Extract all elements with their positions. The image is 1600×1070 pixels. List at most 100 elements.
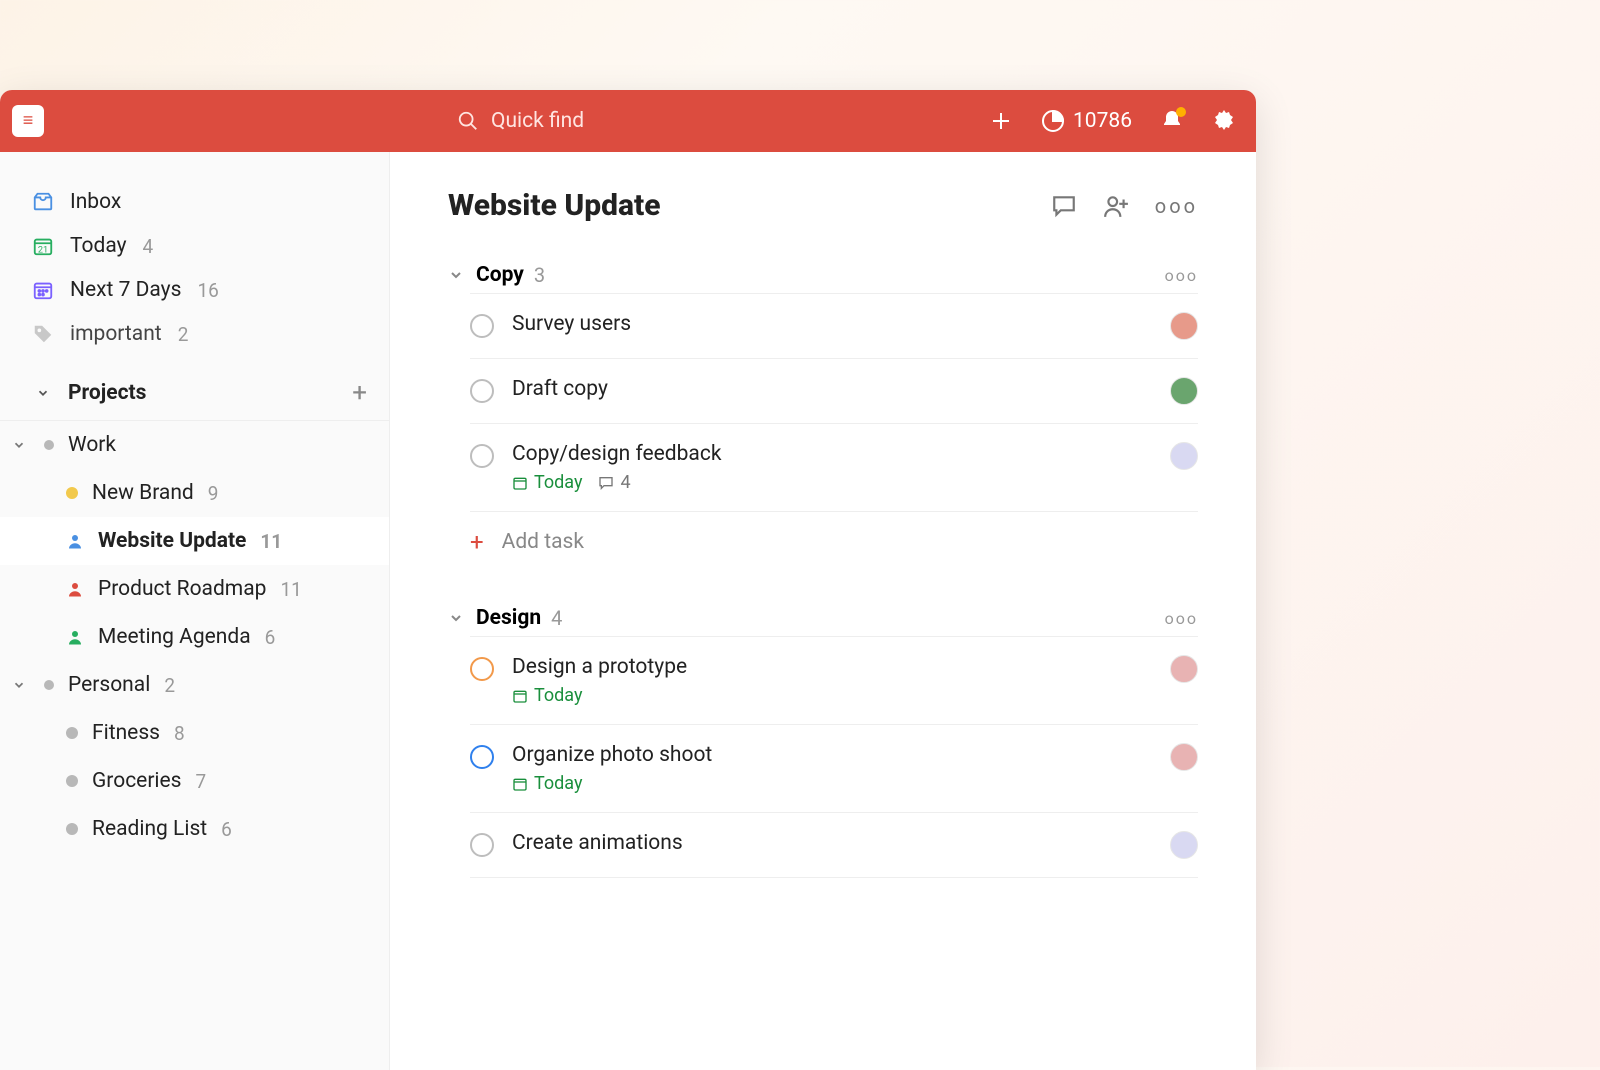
chevron-down-icon: [32, 386, 54, 400]
quick-add-icon[interactable]: [989, 109, 1013, 133]
topbar: ≡ Quick find 10786: [0, 90, 1256, 152]
project-label: Meeting Agenda: [98, 625, 251, 649]
sidebar-item-label: Next 7 Days: [70, 278, 181, 302]
more-icon[interactable]: ooo: [1155, 194, 1198, 218]
sidebar-inbox[interactable]: Inbox: [0, 180, 389, 224]
karma-points: 10786: [1073, 109, 1132, 133]
project-dot: [66, 727, 78, 739]
task-title: Draft copy: [512, 377, 1152, 401]
sidebar-filter-important[interactable]: important 2: [0, 312, 389, 356]
project-label: Website Update: [98, 529, 246, 553]
quick-find[interactable]: Quick find: [457, 109, 584, 133]
search-icon: [457, 110, 479, 132]
task-row[interactable]: Design a prototype Today: [470, 636, 1198, 724]
sidebar-item-count: 4: [143, 235, 154, 258]
project-meeting-agenda[interactable]: Meeting Agenda 6: [0, 613, 389, 661]
chevron-down-icon: [8, 438, 30, 452]
add-project-button[interactable]: +: [352, 380, 367, 406]
karma-display[interactable]: 10786: [1041, 109, 1132, 133]
task-due-date: Today: [512, 685, 582, 706]
task-checkbox[interactable]: [470, 833, 494, 857]
section-more-icon[interactable]: ooo: [1165, 609, 1198, 628]
project-group-count: 2: [164, 674, 175, 697]
section-more-icon[interactable]: ooo: [1165, 266, 1198, 285]
sidebar-today[interactable]: 21 Today 4: [0, 224, 389, 268]
task-checkbox[interactable]: [470, 657, 494, 681]
calendar-icon: [512, 688, 528, 704]
task-row[interactable]: Organize photo shoot Today: [470, 724, 1198, 812]
project-group-label: Personal: [68, 673, 150, 697]
person-icon: [66, 532, 84, 550]
task-checkbox[interactable]: [470, 444, 494, 468]
page-title: Website Update: [448, 188, 661, 223]
section-name: Design: [476, 606, 541, 630]
project-fitness[interactable]: Fitness 8: [0, 709, 389, 757]
section-header[interactable]: Copy 3 ooo: [448, 257, 1198, 293]
gear-icon[interactable]: [1212, 109, 1236, 133]
section-name: Copy: [476, 263, 524, 287]
sidebar-item-label: Inbox: [70, 190, 121, 214]
quick-find-placeholder: Quick find: [491, 109, 584, 133]
calendar-icon: [512, 475, 528, 491]
section-count: 4: [551, 606, 562, 630]
project-count: 6: [265, 626, 276, 649]
task-row[interactable]: Copy/design feedback Today 4: [470, 423, 1198, 512]
project-new-brand[interactable]: New Brand 9: [0, 469, 389, 517]
comment-icon[interactable]: [1051, 193, 1077, 219]
project-dot: [66, 775, 78, 787]
task-row[interactable]: Create animations: [470, 812, 1198, 878]
today-icon: 21: [32, 235, 54, 257]
comment-icon: [598, 475, 614, 491]
assignee-avatar[interactable]: [1170, 655, 1198, 683]
app-logo[interactable]: ≡: [12, 105, 44, 137]
plus-icon: +: [470, 530, 484, 554]
project-reading-list[interactable]: Reading List 6: [0, 805, 389, 853]
task-title: Create animations: [512, 831, 1152, 855]
task-row[interactable]: Draft copy: [470, 358, 1198, 423]
assignee-avatar[interactable]: [1170, 377, 1198, 405]
add-task-label: Add task: [502, 530, 584, 554]
karma-icon: [1041, 109, 1065, 133]
calendar-icon: [512, 776, 528, 792]
task-checkbox[interactable]: [470, 745, 494, 769]
sidebar: Inbox 21 Today 4 Next 7 Days 16: [0, 152, 390, 1070]
main-content: Website Update ooo Copy 3 ooo: [390, 152, 1256, 1070]
project-website-update[interactable]: Website Update 11: [0, 517, 389, 565]
project-product-roadmap[interactable]: Product Roadmap 11: [0, 565, 389, 613]
svg-text:21: 21: [38, 245, 48, 255]
assignee-avatar[interactable]: [1170, 831, 1198, 859]
task-title: Survey users: [512, 312, 1152, 336]
add-task-button[interactable]: + Add task: [470, 512, 1198, 580]
chevron-down-icon: [448, 267, 466, 283]
project-label: Groceries: [92, 769, 182, 793]
project-groceries[interactable]: Groceries 7: [0, 757, 389, 805]
assignee-avatar[interactable]: [1170, 312, 1198, 340]
chevron-down-icon: [448, 610, 466, 626]
task-due-date: Today: [512, 773, 582, 794]
task-due-date: Today: [512, 472, 582, 493]
task-title: Design a prototype: [512, 655, 1152, 679]
project-group-label: Work: [68, 433, 116, 457]
project-label: Fitness: [92, 721, 160, 745]
projects-header[interactable]: Projects +: [0, 366, 389, 421]
task-row[interactable]: Survey users: [470, 293, 1198, 358]
inbox-icon: [32, 191, 54, 213]
project-label: Product Roadmap: [98, 577, 266, 601]
task-checkbox[interactable]: [470, 379, 494, 403]
sidebar-item-label: important: [70, 322, 162, 346]
section-header[interactable]: Design 4 ooo: [448, 600, 1198, 636]
sidebar-next-7-days[interactable]: Next 7 Days 16: [0, 268, 389, 312]
project-group-personal[interactable]: Personal 2: [0, 661, 389, 709]
topbar-actions: 10786: [989, 109, 1236, 133]
task-comments[interactable]: 4: [598, 472, 630, 493]
project-group-work[interactable]: Work: [0, 421, 389, 469]
share-icon[interactable]: [1103, 193, 1129, 219]
project-count: 11: [280, 578, 301, 601]
assignee-avatar[interactable]: [1170, 442, 1198, 470]
task-checkbox[interactable]: [470, 314, 494, 338]
assignee-avatar[interactable]: [1170, 743, 1198, 771]
notifications-button[interactable]: [1160, 109, 1184, 133]
tag-icon: [32, 323, 54, 345]
notification-badge: [1176, 107, 1186, 117]
calendar-icon: [32, 279, 54, 301]
